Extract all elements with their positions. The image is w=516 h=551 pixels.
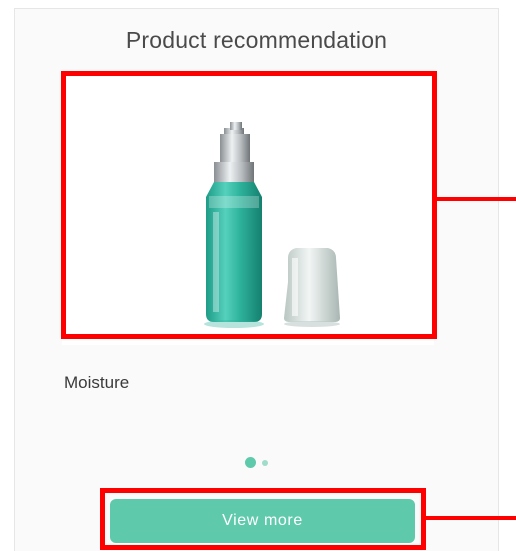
screen: Product recommendation Moisture View mor… (0, 0, 516, 551)
product-recommendation-card: Product recommendation Moisture View mor… (14, 8, 499, 551)
product-image[interactable] (62, 72, 434, 345)
carousel-dot[interactable] (262, 459, 268, 466)
product-name: Moisture (64, 373, 130, 392)
carousel-indicator[interactable] (15, 457, 498, 468)
card-title: Product recommendation (125, 27, 388, 53)
serum-bottle-image (204, 122, 340, 328)
carousel-dot-active[interactable] (245, 457, 256, 468)
view-more-button[interactable]: View more (110, 499, 415, 543)
